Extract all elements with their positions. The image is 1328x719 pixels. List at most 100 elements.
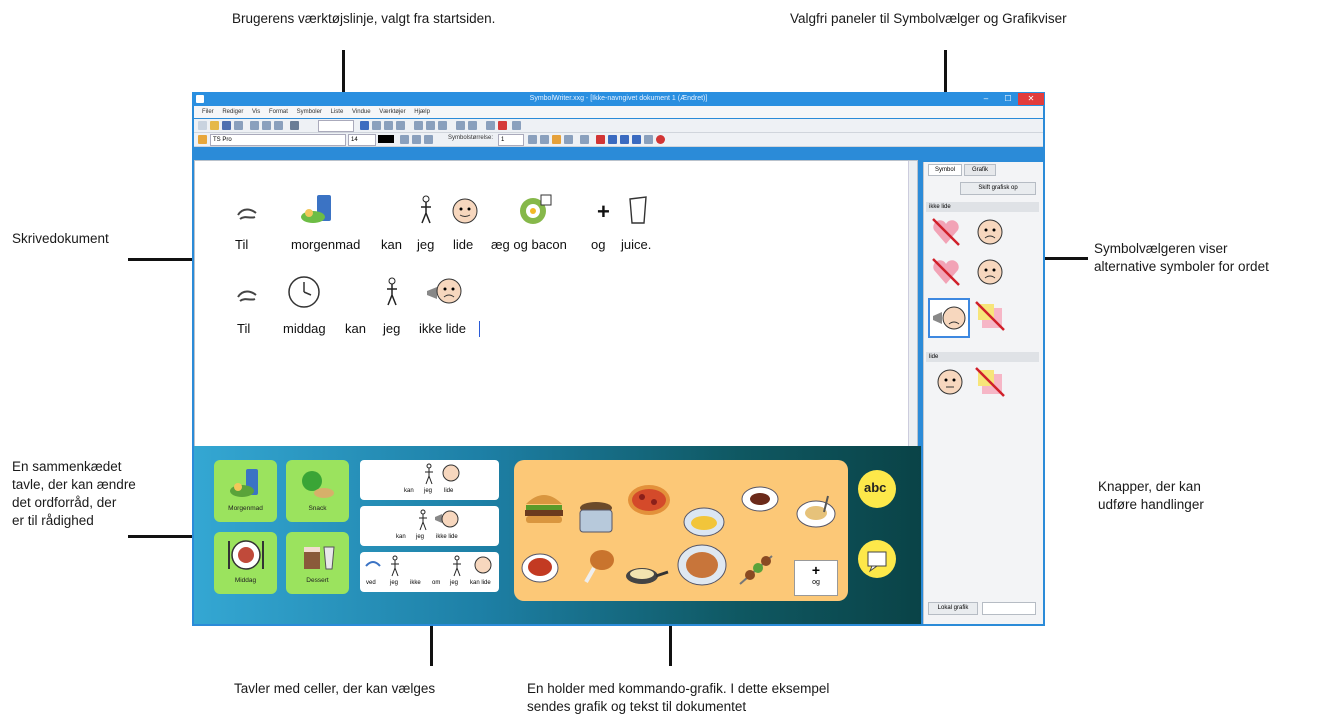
writing-document[interactable]: + Til morgenmad kan jeg lide æg og bacon… [194,160,918,448]
burger-icon[interactable] [522,486,566,526]
image-icon[interactable] [468,121,477,130]
abc-action-button[interactable]: abc [858,470,896,508]
close-button[interactable]: ✕ [1018,93,1044,105]
menu-list[interactable]: Liste [331,109,344,115]
doc-word[interactable]: kan [381,237,402,252]
menu-window[interactable]: Vindue [352,109,371,115]
selected-symbol-option[interactable] [928,298,970,338]
category-snack-cell[interactable]: Snack [286,460,349,522]
open-icon[interactable] [210,121,219,130]
kebab-icon[interactable] [736,552,776,588]
minimize-button[interactable]: – [976,93,996,105]
doc-word[interactable]: morgenmad [291,237,360,252]
font-select[interactable]: TS Pro [210,134,346,146]
menu-format[interactable]: Format [269,109,288,115]
maximize-button[interactable]: ☐ [998,93,1018,105]
style-select[interactable] [318,120,354,132]
plate-meat-icon[interactable] [740,484,780,514]
underline-icon[interactable] [424,135,433,144]
arrow-up-icon[interactable] [620,135,629,144]
paste-icon[interactable] [274,121,283,130]
doc-word[interactable]: jeg [417,237,434,252]
speech-icon[interactable] [486,121,495,130]
symbol-size-select[interactable]: 1 [498,134,524,146]
justify-icon[interactable] [396,121,405,130]
doc-word[interactable]: Til [237,321,250,336]
settings-icon[interactable] [512,121,521,130]
frying-pan-icon[interactable] [624,550,670,590]
category-breakfast-cell[interactable]: Morgenmad [214,460,277,522]
speak-action-button[interactable] [858,540,896,578]
doc-word[interactable]: lide [453,237,473,252]
sad-face-icon[interactable] [976,258,1004,286]
local-graphics-label[interactable]: Lokal grafik [928,602,978,615]
cut-icon[interactable] [250,121,259,130]
italic-icon[interactable] [412,135,421,144]
crossed-note-icon[interactable] [974,366,1006,398]
size-select[interactable]: 14 [348,134,376,146]
undo-icon[interactable] [290,121,299,130]
document-scrollbar[interactable] [908,161,917,447]
plus-og-cell[interactable]: + og [794,560,838,596]
arrow-right-icon[interactable] [608,135,617,144]
stop-icon[interactable] [656,135,665,144]
menu-edit[interactable]: Rediger [222,109,243,115]
tab-symbols[interactable]: Symbol [928,164,962,176]
arrow-down-icon[interactable] [632,135,641,144]
word-cell-can-dislike[interactable]: kan jeg ikke lide [360,506,499,546]
doc-word[interactable]: og [591,237,605,252]
indent-icon[interactable] [426,121,435,130]
dislike-heart-icon[interactable] [930,256,962,288]
symbol-icon-3[interactable] [552,135,561,144]
doc-word[interactable]: kan [345,321,366,336]
align-left-icon[interactable] [360,121,369,130]
sad-face-icon[interactable] [976,218,1004,246]
menu-file[interactable]: Filer [202,109,214,115]
pen-icon[interactable] [198,135,207,144]
menu-help[interactable]: Hjælp [414,109,430,115]
symbol-icon-1[interactable] [528,135,537,144]
crossed-note-icon[interactable] [974,300,1006,332]
tab-graphics[interactable]: Grafik [964,164,996,176]
doc-word[interactable]: æg og bacon [491,237,567,252]
local-graphics-input[interactable] [982,602,1036,615]
list-icon[interactable] [414,121,423,130]
symbol-icon-2[interactable] [540,135,549,144]
flag-icon[interactable] [644,135,653,144]
copy-icon[interactable] [262,121,271,130]
pot-icon[interactable] [574,498,618,538]
category-dessert-cell[interactable]: Dessert [286,532,349,594]
symbol-icon-5[interactable] [580,135,589,144]
print-icon[interactable] [234,121,243,130]
doc-word[interactable]: Til [235,237,248,252]
word-cell-can-like[interactable]: kan jeg lide [360,460,499,500]
color-icon[interactable] [498,121,507,130]
food-plate-icon[interactable] [676,540,728,590]
save-icon[interactable] [222,121,231,130]
menu-view[interactable]: Vis [252,109,260,115]
category-dinner-cell[interactable]: Middag [214,532,277,594]
spaghetti-plate-icon[interactable] [520,548,560,586]
outdent-icon[interactable] [438,121,447,130]
arrow-left-icon[interactable] [596,135,605,144]
text-color-swatch[interactable] [378,135,394,143]
doc-word[interactable]: jeg [383,321,400,336]
align-right-icon[interactable] [384,121,393,130]
chicken-leg-icon[interactable] [580,546,616,586]
dislike-heart-icon[interactable] [930,216,962,248]
table-icon[interactable] [456,121,465,130]
neutral-face-icon[interactable] [936,368,964,396]
omelette-icon[interactable] [682,504,726,540]
pasta-plate-icon[interactable] [794,492,838,532]
change-graphic-button[interactable]: Skift grafisk op [960,182,1036,195]
doc-word[interactable]: juice. [621,237,651,252]
new-icon[interactable] [198,121,207,130]
doc-word[interactable]: ikke lide [419,321,466,336]
align-center-icon[interactable] [372,121,381,130]
menu-tools[interactable]: Værktøjer [379,109,405,115]
menu-symbols[interactable]: Symboler [297,109,322,115]
word-cell-dont-know[interactable]: ved jeg ikke om jeg kan lide [360,552,499,592]
pizza-icon[interactable] [626,480,672,520]
bold-icon[interactable] [400,135,409,144]
doc-word[interactable]: middag [283,321,326,336]
